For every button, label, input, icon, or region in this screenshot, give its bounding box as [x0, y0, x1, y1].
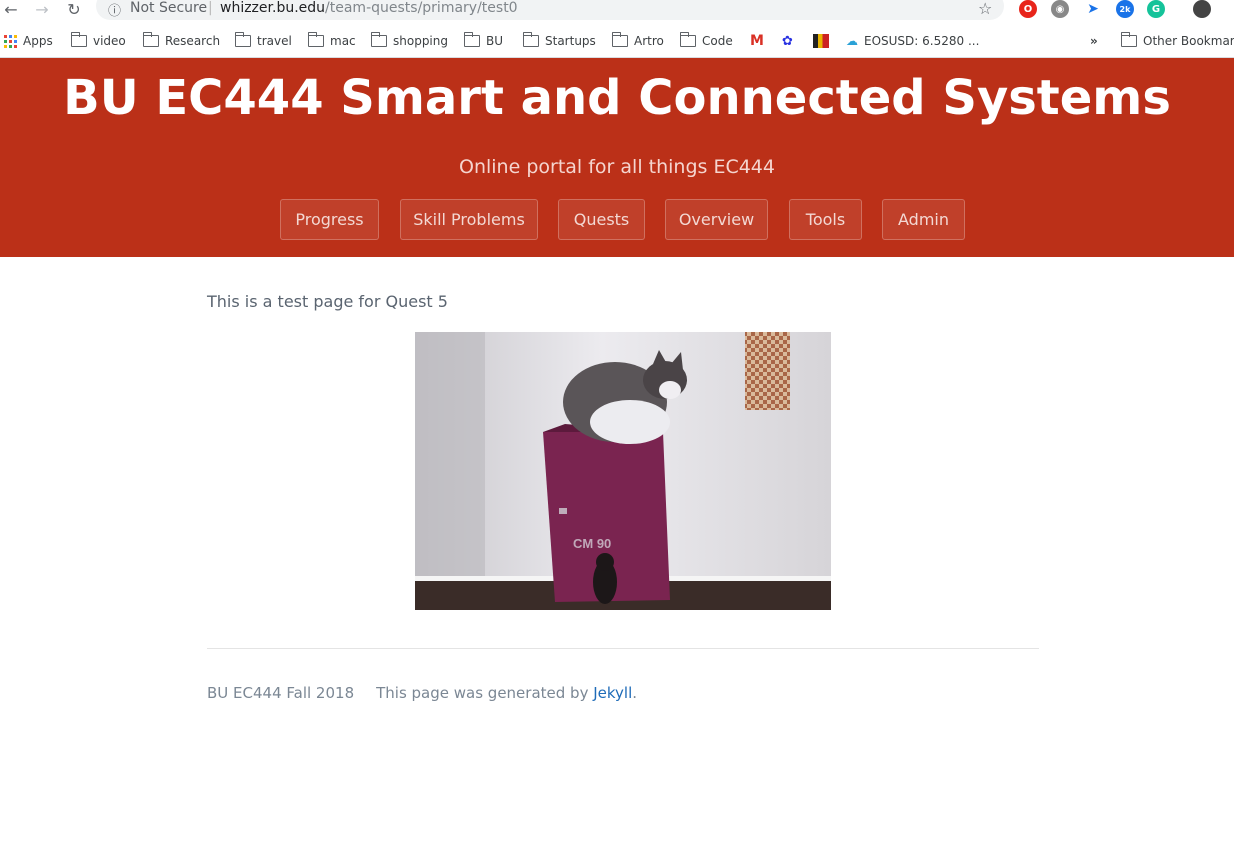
url-domain: whizzer.bu.edu	[220, 0, 326, 16]
reload-icon[interactable]: ↻	[65, 0, 83, 19]
bookmark-folder-startups[interactable]: Startups	[523, 32, 596, 49]
bookmark-label: travel	[257, 34, 292, 48]
nav-quests[interactable]: Quests	[558, 199, 645, 240]
folder-icon	[235, 32, 251, 47]
bookmark-label: EOSUSD: 6.5280 ...	[864, 34, 980, 48]
profile-avatar-icon[interactable]	[1193, 0, 1211, 18]
bookmark-other[interactable]: Other Bookmarks	[1121, 32, 1234, 49]
page-title[interactable]: BU EC444 Smart and Connected Systems	[0, 70, 1234, 126]
footer-course: BU EC444 Fall 2018	[207, 684, 355, 702]
bookmark-label: Other Bookmarks	[1143, 34, 1234, 48]
cat-in-box-gif: CM 90	[415, 332, 831, 610]
bookmarks-bar: Apps video Research travel mac shopping …	[0, 28, 1234, 58]
folder-icon	[143, 32, 159, 47]
bookmark-folder-code[interactable]: Code	[680, 32, 733, 49]
footer-divider	[207, 648, 1039, 649]
bookmark-folder-travel[interactable]: travel	[235, 32, 292, 49]
folder-icon	[612, 32, 628, 47]
jekyll-link[interactable]: Jekyll	[593, 684, 632, 702]
bookmark-star-icon[interactable]: ☆	[978, 0, 992, 18]
folder-icon	[680, 32, 696, 47]
bookmark-folder-video[interactable]: video	[71, 32, 126, 49]
bookmark-folder-mac[interactable]: mac	[308, 32, 356, 49]
bookmark-gmail[interactable]: M	[750, 33, 764, 49]
bookmark-label: Apps	[23, 34, 53, 48]
grammarly-icon[interactable]: G	[1147, 0, 1165, 18]
folder-icon	[523, 32, 539, 47]
site-footer: BU EC444 Fall 2018 This page was generate…	[207, 684, 637, 702]
url-separator: |	[208, 0, 213, 16]
bird-extension-icon[interactable]: ➤	[1084, 0, 1102, 18]
bookmark-label: mac	[330, 34, 356, 48]
bookmark-label: Startups	[545, 34, 596, 48]
overflow-label: »	[1090, 34, 1098, 48]
cat-gif-illustration: CM 90	[415, 332, 831, 610]
film-extension-icon[interactable]: ◉	[1051, 0, 1069, 18]
badge-extension-icon[interactable]: 2k	[1116, 0, 1134, 18]
paw-icon: ✿	[782, 33, 793, 49]
bookmark-baidu[interactable]: ✿	[782, 33, 793, 49]
bookmark-apps[interactable]: Apps	[4, 33, 53, 49]
url-path: /team-quests/primary/test0	[325, 0, 518, 16]
opera-extension-icon[interactable]: O	[1019, 0, 1037, 18]
bookmark-label: Artro	[634, 34, 664, 48]
site-tagline: Online portal for all things EC444	[459, 156, 775, 178]
shop-icon	[813, 34, 829, 48]
bookmark-folder-artro[interactable]: Artro	[612, 32, 664, 49]
nav-admin[interactable]: Admin	[882, 199, 965, 240]
folder-icon	[371, 32, 387, 47]
bookmark-folder-bu[interactable]: BU	[464, 32, 504, 49]
folder-icon	[308, 32, 324, 47]
url-text[interactable]: whizzer.bu.edu/team-quests/primary/test0	[220, 0, 518, 16]
bookmarks-overflow-chevron[interactable]: »	[1090, 33, 1098, 49]
site-header: BU EC444 Smart and Connected Systems Onl…	[0, 58, 1234, 257]
nav-skill-problems[interactable]: Skill Problems	[400, 199, 538, 240]
folder-icon	[71, 32, 87, 47]
extension-badge: 2k	[1119, 4, 1131, 14]
browser-toolbar: ← → ↻ ⓘ Not Secure | whizzer.bu.edu/team…	[0, 0, 1234, 20]
bookmark-label: Code	[702, 34, 733, 48]
bookmark-shop[interactable]	[813, 33, 829, 49]
box-label: CM 90	[573, 536, 611, 551]
cloud-icon: ☁	[846, 34, 858, 48]
forward-arrow-icon[interactable]: →	[33, 0, 51, 19]
bookmark-label: video	[93, 34, 126, 48]
bookmark-folder-research[interactable]: Research	[143, 32, 221, 49]
gmail-icon: M	[750, 33, 764, 49]
nav-tools[interactable]: Tools	[789, 199, 862, 240]
back-arrow-icon[interactable]: ←	[2, 0, 20, 19]
bookmark-label: shopping	[393, 34, 448, 48]
bookmark-eosusd[interactable]: ☁ EOSUSD: 6.5280 ...	[846, 33, 979, 49]
bookmark-label: Research	[165, 34, 221, 48]
bookmark-label: BU	[486, 34, 504, 48]
nav-overview[interactable]: Overview	[665, 199, 768, 240]
footer-suffix: .	[632, 684, 638, 702]
security-label: Not Secure	[130, 0, 208, 16]
footer-generated-text: This page was generated by	[376, 684, 594, 702]
content-paragraph: This is a test page for Quest 5	[207, 292, 448, 311]
apps-grid-icon	[4, 34, 17, 48]
folder-icon	[464, 32, 480, 47]
bookmark-folder-shopping[interactable]: shopping	[371, 32, 448, 49]
nav-progress[interactable]: Progress	[280, 199, 379, 240]
folder-icon	[1121, 32, 1137, 47]
info-icon[interactable]: ⓘ	[108, 0, 121, 19]
